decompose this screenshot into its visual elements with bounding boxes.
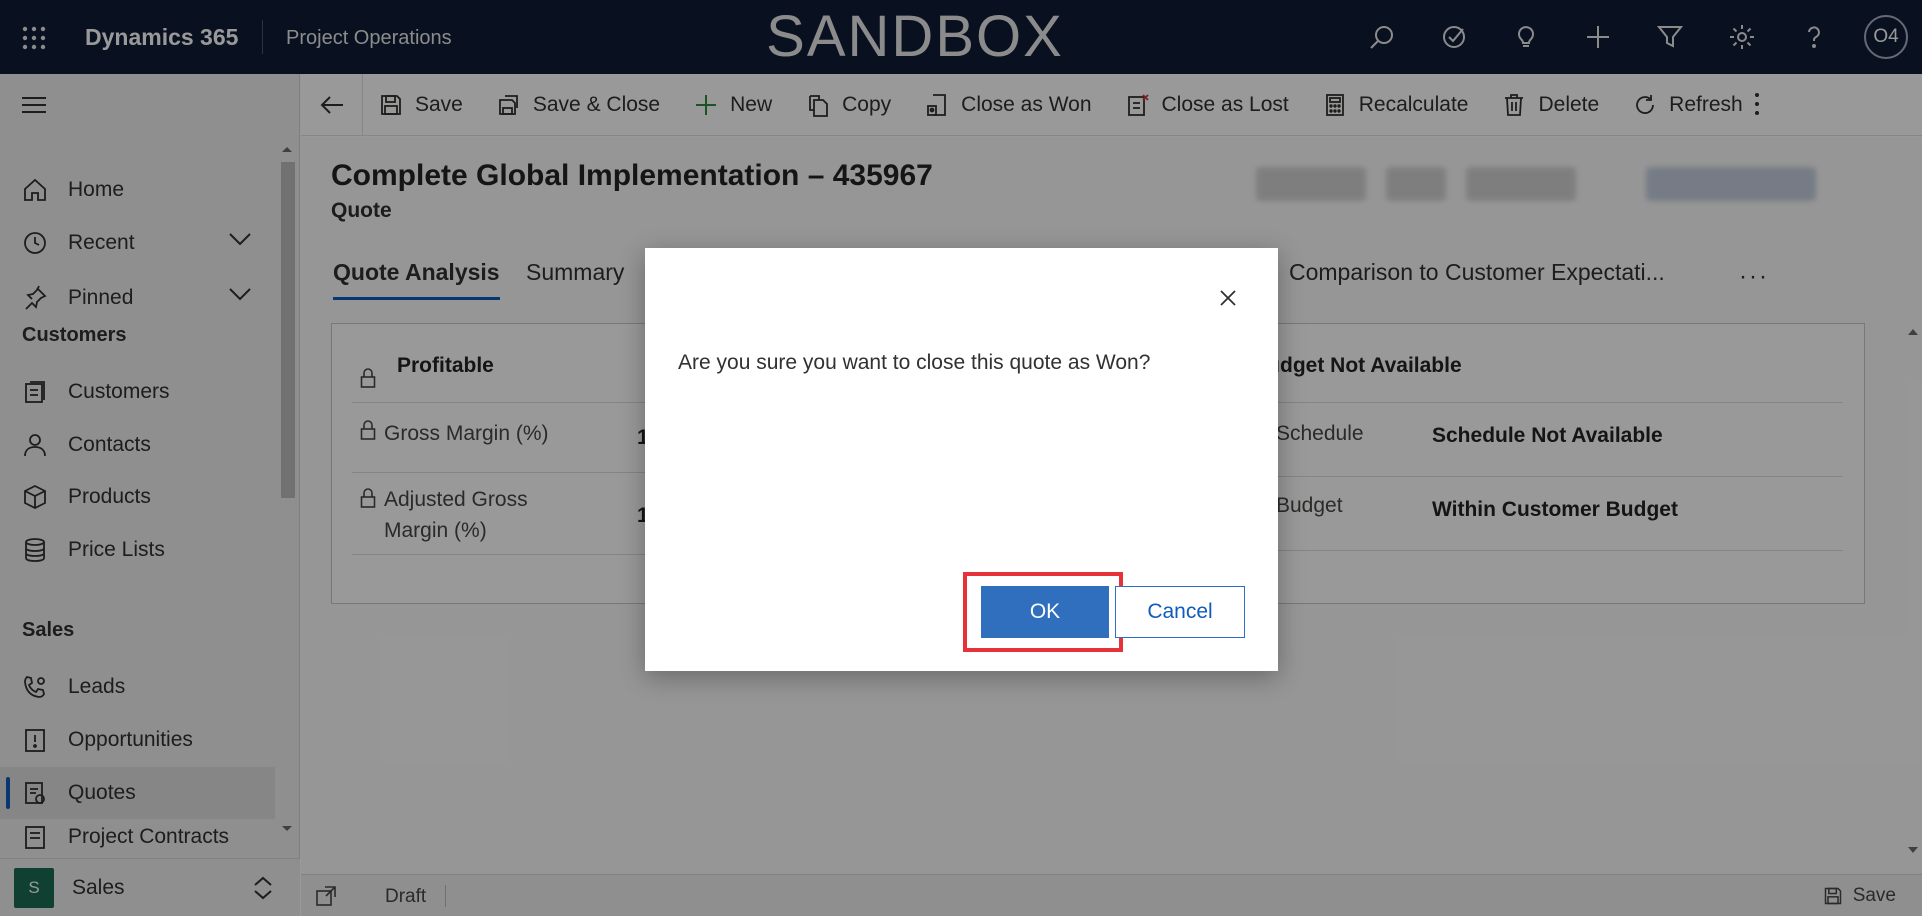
dialog-message: Are you sure you want to close this quot… [678,351,1151,374]
cancel-button[interactable]: Cancel [1115,586,1245,638]
confirm-dialog: Are you sure you want to close this quot… [645,248,1278,671]
ok-button[interactable]: OK [981,586,1109,638]
close-icon[interactable] [1216,286,1240,310]
